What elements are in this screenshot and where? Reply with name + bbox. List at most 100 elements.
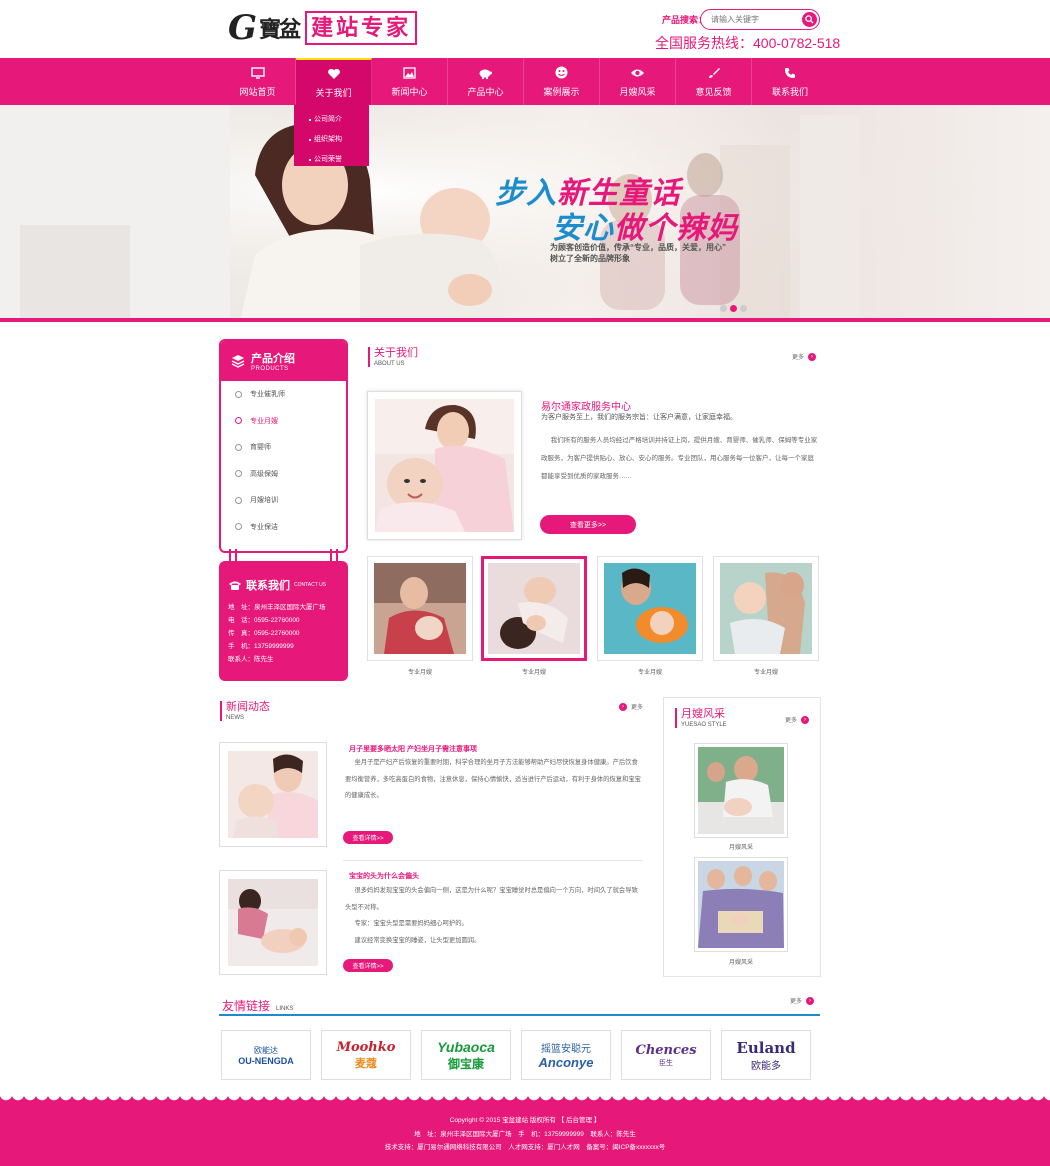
- news-more-link[interactable]: 更多 ›: [619, 702, 643, 711]
- phone-icon: [784, 66, 796, 80]
- dropdown-item-structure[interactable]: 组织架构: [294, 130, 369, 150]
- piggy-bank-icon: [478, 66, 493, 80]
- yuesao-caption: 月嫂风采: [728, 960, 753, 966]
- footer-support: 技术支持：厦门易尔通网络科技有限公司 人才网支持：厦门人才网 备案号：闽ICP备…: [384, 1144, 666, 1151]
- nav-item-home[interactable]: 网站首页: [220, 58, 296, 105]
- telephone-icon: [229, 581, 241, 590]
- nav-item-yuesao[interactable]: 月嫂风采: [600, 58, 676, 105]
- search-input[interactable]: [711, 13, 797, 26]
- news-image[interactable]: [219, 870, 327, 975]
- layers-icon: [231, 355, 245, 368]
- site-logo[interactable]: G 寶盆 建站专家: [228, 8, 438, 48]
- banner-photo: [0, 105, 1050, 321]
- products-panel: 产品介绍 PRODUCTS 专业催乳师 专业月嫂 育婴师 高级保姆 月嫂培训 专业…: [219, 339, 348, 553]
- partner-logo-moohko[interactable]: Moohko 麦蔻: [321, 1030, 411, 1080]
- search-button[interactable]: [802, 12, 817, 27]
- news-photo: [228, 879, 318, 966]
- nav-label: 案例展示: [543, 86, 580, 97]
- dropdown-item-honors[interactable]: 公司荣誉: [294, 150, 369, 170]
- news-separator: [343, 860, 643, 861]
- product-item[interactable]: 高级保姆: [221, 461, 346, 488]
- bullet-icon: [235, 523, 242, 531]
- contact-address: 地 址：泉州丰泽区国际大厦广场: [228, 604, 326, 611]
- heart-icon: [327, 67, 341, 81]
- products-title: 产品介绍: [251, 353, 295, 365]
- news-detail-button[interactable]: 查看详情>>: [343, 959, 393, 972]
- gallery-photo: [720, 563, 812, 654]
- banner-title-line2: 安心做个辣妈: [552, 212, 738, 245]
- gallery-caption: 专业月嫂: [521, 670, 546, 676]
- news-title[interactable]: 宝宝的头为什么会偏头: [349, 871, 419, 881]
- gallery-item[interactable]: [713, 556, 819, 661]
- gallery-caption: 专业月嫂: [407, 670, 432, 676]
- brush-icon: [708, 66, 720, 80]
- about-section-title: 关于我们 ABOUT US: [368, 345, 418, 367]
- contact-title: 联系我们: [246, 580, 290, 592]
- gallery-caption: 专业月嫂: [637, 670, 662, 676]
- about-dropdown: 公司简介 组织架构 公司荣誉: [294, 105, 369, 166]
- partner-logo-euland[interactable]: Euland 欧能多: [721, 1030, 811, 1080]
- footer-copyright: Copyright © 2015 宝盆建站 版权所有 【 后台管理 】: [449, 1117, 601, 1124]
- yuesao-image[interactable]: [694, 857, 788, 952]
- gallery-item[interactable]: [367, 556, 473, 661]
- dropdown-item-intro[interactable]: 公司简介: [294, 110, 369, 130]
- gallery-item[interactable]: [597, 556, 703, 661]
- about-photo: [375, 399, 514, 532]
- bullet-icon: [235, 496, 242, 504]
- product-item[interactable]: 专业保洁: [221, 514, 346, 541]
- links-title: 友情链接: [222, 999, 271, 1013]
- news-photo: [228, 751, 318, 838]
- nav-item-about[interactable]: 关于我们: [296, 58, 372, 105]
- monitor-icon: [250, 66, 265, 80]
- nav-item-contact[interactable]: 联系我们: [752, 58, 828, 105]
- nav-item-products[interactable]: 产品中心: [448, 58, 524, 105]
- partner-logo-anconye[interactable]: 摇篮安聪元 Anconye: [521, 1030, 611, 1080]
- about-more-link[interactable]: 更多 ›: [792, 352, 817, 361]
- nav-item-feedback[interactable]: 意见反馈: [676, 58, 752, 105]
- banner-dot[interactable]: [740, 305, 747, 312]
- product-item[interactable]: 专业月嫂: [221, 408, 346, 435]
- contact-header: 联系我们 CONTACT US: [228, 577, 340, 593]
- partner-logo-yubaoca[interactable]: Yubaoca 御宝康: [421, 1030, 511, 1080]
- contact-panel: 联系我们 CONTACT US 地 址：泉州丰泽区国际大厦广场 电 话：0595…: [219, 561, 348, 681]
- bullet-icon: [235, 470, 242, 478]
- product-item[interactable]: 育婴师: [221, 434, 346, 461]
- eye-icon: [630, 66, 645, 80]
- product-item[interactable]: 专业催乳师: [221, 381, 346, 408]
- search-box: [700, 9, 820, 30]
- yuesao-photo: [698, 747, 784, 834]
- gallery-photo: [488, 563, 580, 654]
- nav-item-cases[interactable]: 案例展示: [524, 58, 600, 105]
- links-more-link[interactable]: 更多 ›: [790, 996, 815, 1005]
- product-item[interactable]: 月嫂培训: [221, 487, 346, 514]
- arrow-right-icon: ›: [801, 715, 810, 724]
- news-image[interactable]: [219, 742, 327, 847]
- links-section-title: 友情链接 LINKS: [222, 997, 293, 1014]
- partner-logo-chences[interactable]: Chences 臣生: [621, 1030, 711, 1080]
- footer-address: 地 址：泉州丰泽区国际大厦广场 手 机：13759999999 联系人：陈先生: [414, 1131, 636, 1138]
- nav-label: 意见反馈: [695, 86, 732, 97]
- gallery-photo: [374, 563, 466, 654]
- yuesao-image[interactable]: [694, 743, 788, 838]
- bullet-icon: [235, 417, 242, 425]
- banner-dot[interactable]: [720, 305, 727, 312]
- banner-bottom-line: [0, 318, 1050, 322]
- yuesao-more-link[interactable]: 更多 ›: [785, 715, 810, 724]
- news-detail-button[interactable]: 查看详情>>: [343, 831, 393, 844]
- gallery-item-selected[interactable]: [481, 556, 587, 661]
- about-more-button[interactable]: 查看更多>>: [540, 515, 636, 534]
- products-header: 产品介绍 PRODUCTS: [221, 341, 346, 381]
- logo-mark: 寶盆: [259, 17, 301, 43]
- nav-label: 联系我们: [771, 86, 808, 97]
- news-body: 专家：宝宝头型是需要妈妈细心呵护的。: [354, 920, 468, 927]
- banner-dot[interactable]: [730, 305, 737, 312]
- bullet-icon: [235, 390, 242, 398]
- nav-item-news[interactable]: 新闻中心: [372, 58, 448, 105]
- news-title[interactable]: 月子里要多晒太阳 产妇坐月子需注意事项: [349, 744, 477, 754]
- picture-icon: [403, 66, 416, 80]
- gallery-photo: [604, 563, 696, 654]
- partner-logo-ounengda[interactable]: 欧能达 OU-NENGDA: [221, 1030, 311, 1080]
- hero-banner: [0, 105, 1050, 321]
- nav-label: 月嫂风采: [619, 86, 656, 97]
- arrow-right-icon: ›: [808, 352, 817, 361]
